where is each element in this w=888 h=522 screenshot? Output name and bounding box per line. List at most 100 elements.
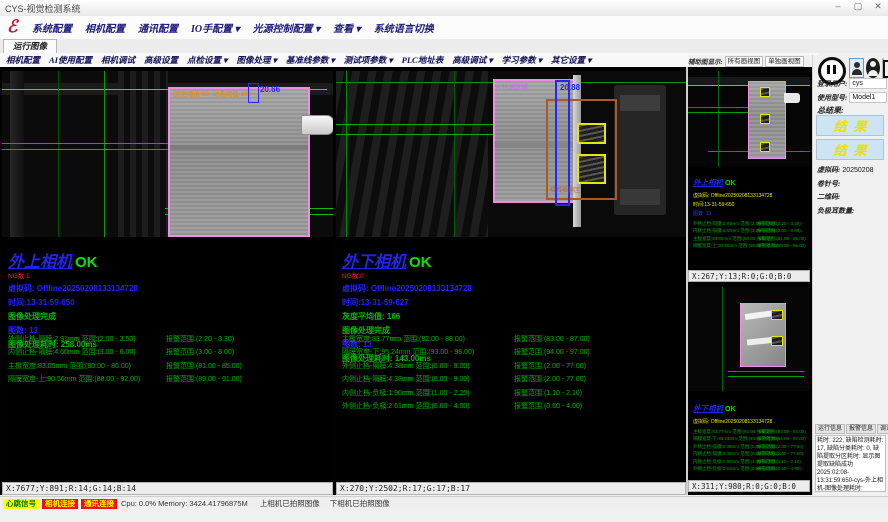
measurement-value: 主极宽度:83.05mm 范围:(80.00 - 86.00) bbox=[693, 236, 757, 242]
alarm-range: 报警范围:(2.20 - 3.30) bbox=[166, 334, 234, 344]
toolbar-item[interactable]: 其它设置 ▾ bbox=[551, 54, 591, 66]
log-tab[interactable]: 运行信息 bbox=[815, 424, 845, 434]
tab-feature-box bbox=[771, 336, 783, 346]
user-login-button[interactable] bbox=[849, 58, 864, 78]
menu-item[interactable]: 查看 ▾ bbox=[333, 20, 361, 35]
measurement-row: 主极宽度:83.77mm 范围:(82.00 - 88.00) 报警范围:(83… bbox=[342, 332, 684, 346]
aux-view-top-image[interactable] bbox=[688, 71, 810, 167]
measurement-value: 隔膜宽度-上:90.56mm 范围:(88.00 - 92.00) bbox=[693, 243, 757, 249]
toolbar-item[interactable]: 高级设置 bbox=[144, 54, 178, 66]
tab-run-image[interactable]: 运行图像 bbox=[3, 39, 57, 53]
user-icon bbox=[850, 59, 863, 77]
menu-item[interactable]: 通讯配置 bbox=[138, 20, 178, 35]
aux-tab-single-view[interactable]: 单独画视图 bbox=[765, 56, 804, 67]
measure-box-blue bbox=[248, 83, 259, 103]
measurement-row: 主极宽度:83.05mm 范围:(80.00 - 86.00) 报警范围:(81… bbox=[8, 359, 331, 373]
toolbar-item[interactable]: 相机配置 bbox=[6, 54, 40, 66]
operator-button[interactable] bbox=[866, 58, 880, 78]
measurement-row: 隔膜宽度-上:90.56mm 范围:(88.00 - 92.00) 报警范围:(… bbox=[8, 373, 331, 387]
model-field[interactable]: Model1 bbox=[849, 92, 887, 103]
tab-feature-box bbox=[577, 154, 606, 184]
mini-measurement-rows: 外侧止档-隔膜:2.91mm 范围:(2.00 - 3.50) 报警范围:(2.… bbox=[693, 220, 806, 250]
menu-item[interactable]: 系统配置 bbox=[32, 20, 72, 35]
capture-time: 时间:13-31-59-650 bbox=[693, 201, 806, 208]
measurement-row: 隔膜宽度-下:95.24mm 范围:(93.00 - 98.00) 报警范围:(… bbox=[693, 436, 806, 444]
virtual-code-label: 虚拟码: bbox=[817, 166, 840, 174]
measurement-value: 内侧止档-隔膜:4.60mm 范围:(3.00 - 6.00) bbox=[693, 228, 757, 234]
minimize-button[interactable]: – bbox=[832, 1, 844, 12]
toolbar-item[interactable]: 点检设置 ▾ bbox=[187, 54, 227, 66]
aux-tab-all-views[interactable]: 所有画视图 bbox=[725, 56, 764, 67]
measurement-row: 隔膜宽度-下:95.24mm 范围:(93.00 - 98.00) 报警范围:(… bbox=[342, 346, 684, 360]
measure-line-green bbox=[688, 112, 748, 113]
result-ok: OK bbox=[725, 406, 736, 413]
middle-coordinate-bar: X:270;Y:2502;R:17;G:17;B:17 bbox=[336, 482, 686, 495]
toolbar-item[interactable]: PLC地址表 bbox=[402, 54, 444, 66]
measurement-value: 内侧止档-隔膜:4.38mm 范围:(0.00 - 9.00) bbox=[342, 374, 514, 384]
menu-item[interactable]: 光源控制配置 ▾ bbox=[253, 20, 321, 35]
measurement-value: 隔膜宽度-下:95.24mm 范围:(93.00 - 98.00) bbox=[693, 436, 757, 442]
measurement-value: 外侧止档-隔膜:4.38mm 范围:(0.00 - 9.00) bbox=[342, 361, 514, 371]
toolbar-item[interactable]: 学习参数 ▾ bbox=[502, 54, 542, 66]
machine-block bbox=[620, 189, 660, 205]
left-camera-image[interactable]: 固定阈值:93, 动态阈值:100 20.66 bbox=[2, 71, 333, 237]
toolbar-item[interactable]: 测试项参数 ▾ bbox=[344, 54, 393, 66]
measurement-row: 内侧止档-负极:1.90mm 范围:(1.00 - 2.20) 报警范围:(1.… bbox=[342, 386, 684, 400]
qr-code-label: 二维码: bbox=[817, 192, 840, 202]
middle-camera-image[interactable]: AI检测区域 20.88 极耳检测区 bbox=[336, 71, 686, 237]
log-tab[interactable]: 报警信息 bbox=[846, 424, 876, 434]
log-tab[interactable]: 调试信息 bbox=[877, 424, 888, 434]
measurement-row: 内侧止档-隔膜:4.38mm 范围:(0.00 - 9.00) 报警范围:(2.… bbox=[693, 451, 806, 459]
toolbar-item[interactable]: AI使用配置 bbox=[49, 54, 92, 66]
menu-item[interactable]: 相机配置 bbox=[85, 20, 125, 35]
process-status: 图像处理完成 bbox=[8, 311, 138, 322]
alarm-range: 报警范围:(0.60 - 4.00) bbox=[757, 466, 801, 472]
mini-measurement-rows: 主极宽度:83.77mm 范围:(82.00 - 88.00) 报警范围:(83… bbox=[693, 428, 806, 473]
title-bar: CYS-视觉检测系统 – ▢ ✕ bbox=[0, 0, 888, 17]
part-seam bbox=[170, 145, 308, 150]
toolbar-item[interactable]: 图像处理 ▾ bbox=[236, 54, 276, 66]
measure-line-green bbox=[688, 107, 748, 108]
log-text-box[interactable]: 耗时: 222, 缺陷检测耗时: 17, 缺陷分类耗时: 0, 缺陷提取分区耗时… bbox=[815, 435, 886, 492]
virtual-code: 虚拟码: Offline20250208133134728 bbox=[693, 192, 806, 199]
log-tab-row: 运行信息报警信息调试信息 bbox=[815, 424, 888, 434]
camera-name: 外下相机 bbox=[693, 404, 723, 413]
measurement-value: 内侧止档-负极:1.90mm 范围:(1.00 - 2.20) bbox=[342, 388, 514, 398]
reference-line-green-v bbox=[104, 71, 105, 237]
measurement-row: 内侧止档-隔膜:4.60mm 范围:(3.00 - 6.00) 报警范围:(3.… bbox=[693, 228, 806, 236]
measurement-value: 隔膜宽度-下:95.24mm 范围:(93.00 - 98.00) bbox=[342, 347, 514, 357]
measure-line-green bbox=[728, 371, 804, 372]
gray-average: 灰度平均值: 166 bbox=[342, 311, 472, 322]
measurement-row: 外侧止档-负极:2.61mm 范围:(0.60 - 4.00) 报警范围:(0.… bbox=[342, 400, 684, 414]
aux-display-header: 辅助图显示: 所有画视图 单独画视图 bbox=[688, 55, 812, 67]
toolbar-item[interactable]: 高级调试 ▾ bbox=[452, 54, 492, 66]
alarm-range: 报警范围:(3.00 - 8.00) bbox=[166, 347, 234, 357]
status-badge: 心跳信号 bbox=[3, 499, 39, 509]
machine-block bbox=[620, 95, 660, 111]
capture-time: 时间:13-31-59-650 bbox=[8, 297, 138, 308]
virtual-code: 虚拟码: Offline20250208133134728 bbox=[8, 283, 138, 294]
toolbar-item[interactable]: 相机调试 bbox=[101, 54, 135, 66]
model-row: 使用型号: Model1 bbox=[817, 92, 887, 103]
toolbar-item[interactable]: 基准线参数 ▾ bbox=[286, 54, 335, 66]
negative-tab-count-label: 负极耳数量: bbox=[817, 206, 854, 216]
exit-button[interactable] bbox=[881, 58, 888, 78]
alarm-range: 报警范围:(81.00 - 85.00) bbox=[166, 361, 242, 371]
login-user-field[interactable]: cys bbox=[849, 78, 887, 89]
measurement-value: 外侧止档-负极:2.61mm 范围:(0.60 - 4.00) bbox=[693, 466, 757, 472]
aux-view-bottom-image[interactable] bbox=[688, 287, 810, 391]
aux-bottom-coordinate-bar: X:311;Y:980;R:0;G:0;B:0 bbox=[688, 480, 810, 492]
measurement-row: 主极宽度:83.05mm 范围:(80.00 - 86.00) 报警范围:(81… bbox=[693, 235, 806, 243]
alarm-range: 报警范围:(2.00 - 77.00) bbox=[514, 361, 586, 371]
tab-feature-box bbox=[771, 310, 783, 320]
maximize-button[interactable]: ▢ bbox=[852, 1, 864, 12]
close-button[interactable]: ✕ bbox=[872, 1, 884, 12]
window-title: CYS-视觉检测系统 bbox=[5, 2, 81, 15]
virtual-code-row: 虚拟码:20250208 bbox=[817, 165, 874, 175]
alarm-range: 报警范围:(83.00 - 87.00) bbox=[757, 429, 806, 435]
connector-tab bbox=[301, 115, 333, 135]
status-bar: 心跳信号相机连接通讯连接 Cpu: 0.0% Memory: 3424.4179… bbox=[0, 496, 888, 510]
roll-needle-label: 卷针号: bbox=[817, 179, 840, 189]
menu-item[interactable]: 系统语言切换 bbox=[374, 20, 434, 35]
menu-item[interactable]: IO手配置 ▾ bbox=[191, 20, 240, 35]
